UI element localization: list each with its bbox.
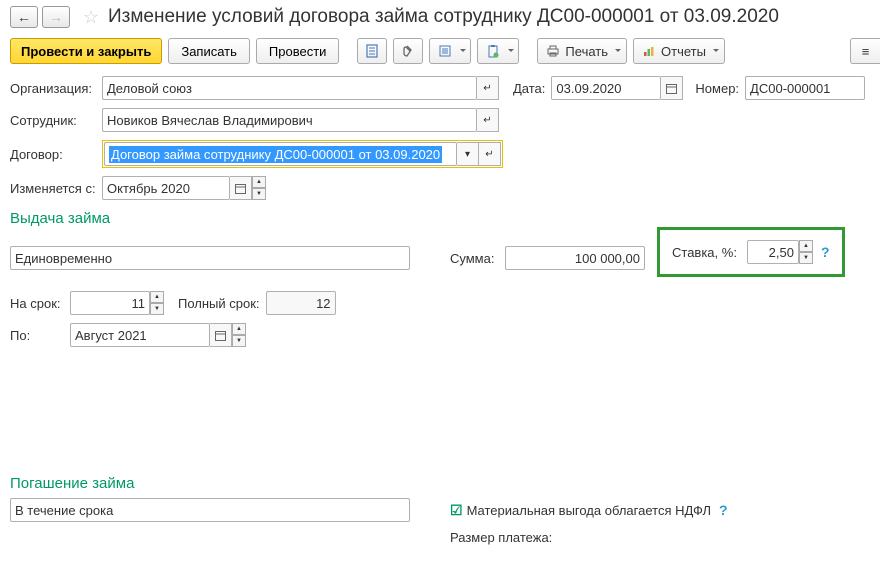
date-label: Дата:: [513, 81, 545, 96]
until-input[interactable]: Август 2021: [70, 323, 210, 347]
print-label: Печать: [565, 44, 608, 59]
changes-stepper[interactable]: ▲▼: [252, 176, 266, 200]
loan-mode-value: Единовременно: [15, 251, 112, 266]
contract-value: Договор займа сотруднику ДС00-000001 от …: [109, 146, 442, 163]
repay-section-title: Погашение займа: [10, 475, 880, 492]
full-term-value: 12: [316, 296, 330, 311]
emp-value: Новиков Вячеслав Владимирович: [107, 113, 313, 128]
print-button[interactable]: Печать: [537, 38, 627, 64]
full-term-label: Полный срок:: [178, 296, 260, 311]
rate-stepper[interactable]: ▲▼: [799, 240, 813, 264]
post-button[interactable]: Провести: [256, 38, 340, 64]
num-value: ДС00-000001: [750, 81, 830, 96]
until-label: По:: [10, 328, 70, 343]
changes-input[interactable]: Октябрь 2020: [102, 176, 230, 200]
date-calendar-button[interactable]: [661, 76, 683, 100]
reports-button[interactable]: Отчеты: [633, 38, 725, 64]
favorite-star-icon[interactable]: ☆: [80, 6, 102, 28]
nav-forward-button[interactable]: →: [42, 6, 70, 28]
term-value: 11: [132, 296, 146, 311]
rate-highlight-box: Ставка, %: 2,50 ▲▼ ?: [657, 227, 845, 277]
write-button[interactable]: Записать: [168, 38, 250, 64]
page-title: Изменение условий договора займа сотрудн…: [108, 6, 779, 28]
document-icon-button[interactable]: [357, 38, 387, 64]
repay-mode-value: В течение срока: [15, 503, 113, 518]
changes-value: Октябрь 2020: [107, 181, 190, 196]
until-value: Август 2021: [75, 328, 147, 343]
nav-back-button[interactable]: ←: [10, 6, 38, 28]
date-value: 03.09.2020: [556, 81, 621, 96]
num-input[interactable]: ДС00-000001: [745, 76, 865, 100]
contract-input[interactable]: Договор займа сотруднику ДС00-000001 от …: [104, 142, 457, 166]
checkbox-checked-icon[interactable]: ☑: [450, 502, 463, 519]
loan-section-title: Выдача займа: [10, 210, 880, 227]
sum-value: 100 000,00: [575, 251, 640, 266]
contract-open-button[interactable]: ↵: [479, 142, 501, 166]
emp-input[interactable]: Новиков Вячеслав Владимирович: [102, 108, 477, 132]
until-calendar-button[interactable]: [210, 323, 232, 347]
date-input[interactable]: 03.09.2020: [551, 76, 661, 100]
sum-input[interactable]: 100 000,00: [505, 246, 645, 270]
changes-calendar-button[interactable]: [230, 176, 252, 200]
reports-label: Отчеты: [661, 44, 706, 59]
benefit-label: Материальная выгода облагается НДФЛ: [467, 503, 711, 518]
org-input[interactable]: Деловой союз: [102, 76, 477, 100]
sum-label: Сумма:: [450, 251, 505, 266]
rate-input[interactable]: 2,50: [747, 240, 799, 264]
contract-label: Договор:: [10, 147, 102, 162]
clipboard-icon-button[interactable]: [477, 38, 519, 64]
num-label: Номер:: [695, 81, 739, 96]
benefit-help-icon[interactable]: ?: [719, 502, 728, 518]
changes-label: Изменяется с:: [10, 181, 102, 196]
term-stepper[interactable]: ▲▼: [150, 291, 164, 315]
emp-open-button[interactable]: ↵: [477, 108, 499, 132]
post-and-close-button[interactable]: Провести и закрыть: [10, 38, 162, 64]
rate-value: 2,50: [769, 245, 794, 260]
contract-dropdown-button[interactable]: ▾: [457, 142, 479, 166]
until-stepper[interactable]: ▲▼: [232, 323, 246, 347]
loan-mode-input[interactable]: Единовременно: [10, 246, 410, 270]
term-label: На срок:: [10, 296, 70, 311]
rate-label: Ставка, %:: [672, 245, 737, 260]
emp-label: Сотрудник:: [10, 113, 102, 128]
org-label: Организация:: [10, 81, 102, 96]
full-term-input: 12: [266, 291, 336, 315]
org-open-button[interactable]: ↵: [477, 76, 499, 100]
payment-label: Размер платежа:: [450, 530, 552, 545]
list-icon-button[interactable]: [429, 38, 471, 64]
rate-help-icon[interactable]: ?: [821, 244, 830, 260]
more-button[interactable]: ≡: [850, 38, 880, 64]
repay-mode-input[interactable]: В течение срока: [10, 498, 410, 522]
term-input[interactable]: 11: [70, 291, 150, 315]
org-value: Деловой союз: [107, 81, 192, 96]
attachment-icon-button[interactable]: [393, 38, 423, 64]
